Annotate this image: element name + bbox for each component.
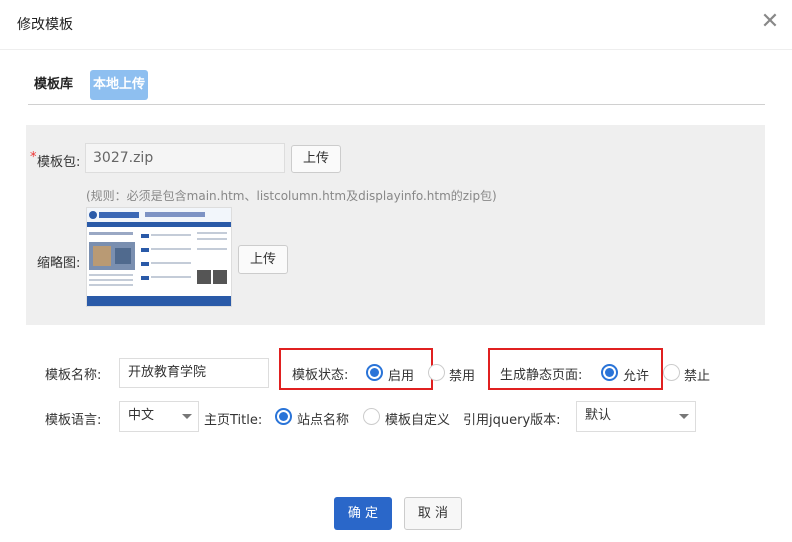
jquery-version-value: 默认 — [585, 408, 612, 423]
status-enabled-label[interactable]: 启用 — [388, 365, 414, 384]
template-name-label: 模板名称: — [45, 368, 102, 383]
thumbnail-upload-button[interactable]: 上传 — [238, 245, 288, 274]
static-forbid-label[interactable]: 禁止 — [684, 365, 710, 384]
static-page-label: 生成静态页面: — [500, 368, 583, 383]
homepage-title-label: 主页Title: — [204, 413, 263, 428]
package-file-field[interactable]: 3027.zip — [85, 143, 285, 173]
chevron-down-icon — [182, 414, 192, 419]
title-site-name-radio[interactable] — [275, 408, 292, 425]
close-icon[interactable]: ✕ — [760, 10, 780, 34]
title-custom-label[interactable]: 模板自定义 — [385, 409, 450, 428]
status-disabled-radio[interactable] — [428, 364, 445, 381]
title-site-name-label[interactable]: 站点名称 — [297, 409, 349, 428]
template-language-value: 中文 — [128, 408, 155, 423]
cancel-button[interactable]: 取 消 — [404, 497, 462, 530]
dialog-title: 修改模板 — [17, 17, 73, 33]
tab-local-upload[interactable]: 本地上传 — [90, 70, 149, 100]
package-rule-hint: (规则：必须是包含main.htm、listcolumn.htm及display… — [86, 189, 497, 203]
chevron-down-icon — [679, 414, 689, 419]
confirm-button[interactable]: 确 定 — [334, 497, 392, 530]
required-asterisk: * — [30, 150, 37, 165]
thumbnail-image — [86, 207, 232, 307]
static-allow-radio[interactable] — [601, 364, 618, 381]
package-upload-button[interactable]: 上传 — [291, 145, 341, 173]
package-label: 模板包: — [37, 155, 81, 170]
jquery-version-label: 引用jquery版本: — [463, 413, 561, 428]
tab-template-library[interactable]: 模板库 — [28, 70, 79, 100]
jquery-version-select[interactable]: 默认 — [576, 401, 696, 432]
status-enabled-radio[interactable] — [366, 364, 383, 381]
template-status-label: 模板状态: — [292, 368, 349, 383]
title-custom-radio[interactable] — [363, 408, 380, 425]
thumbnail-preview-graphic — [87, 208, 231, 306]
dialog-header: 修改模板 ✕ — [0, 0, 792, 50]
template-language-select[interactable]: 中文 — [119, 401, 199, 432]
tab-bar: 模板库 本地上传 — [28, 70, 765, 105]
template-language-label: 模板语言: — [45, 413, 102, 428]
template-name-input[interactable]: 开放教育学院 — [119, 358, 269, 388]
thumbnail-label: 缩略图: — [37, 256, 81, 271]
static-forbid-radio[interactable] — [663, 364, 680, 381]
static-allow-label[interactable]: 允许 — [623, 365, 649, 384]
status-disabled-label[interactable]: 禁用 — [449, 365, 475, 384]
